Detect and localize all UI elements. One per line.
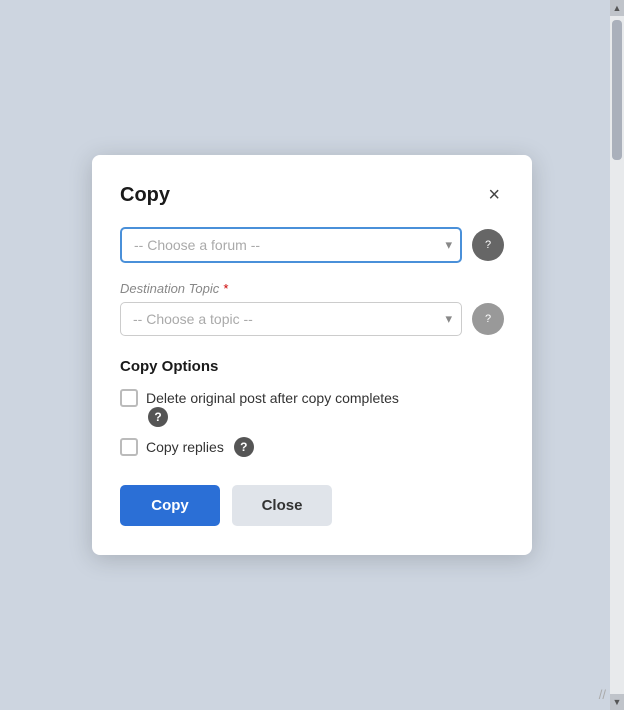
- delete-original-help-icon[interactable]: ?: [148, 407, 168, 427]
- copy-replies-text: Copy replies: [146, 439, 224, 455]
- scroll-down-button[interactable]: ▼: [610, 694, 624, 710]
- copy-modal: Copy × -- Choose a forum -- ▾ ? Destinat…: [92, 155, 532, 555]
- page-wrapper: ▲ ▼ Copy × -- Choose a forum -- ▾ ?: [0, 0, 624, 710]
- forum-help-symbol: ?: [485, 239, 491, 251]
- modal-close-button[interactable]: ×: [484, 183, 504, 207]
- delete-original-text: Delete original post after copy complete…: [146, 390, 399, 406]
- copy-options-section: Copy Options Delete original post after …: [120, 358, 504, 457]
- forum-select-wrapper: -- Choose a forum -- ▾: [120, 227, 462, 263]
- topic-help-icon[interactable]: ?: [472, 303, 504, 335]
- copy-button[interactable]: Copy: [120, 485, 220, 526]
- up-arrow-icon: ▲: [613, 3, 622, 13]
- copy-replies-help-icon[interactable]: ?: [234, 437, 254, 457]
- delete-original-help-row: ?: [146, 407, 504, 427]
- modal-title: Copy: [120, 184, 170, 207]
- option-copy-replies: Copy replies ?: [120, 437, 504, 457]
- destination-topic-section: Destination Topic * -- Choose a topic --…: [120, 281, 504, 336]
- close-icon: ×: [488, 184, 500, 206]
- close-button[interactable]: Close: [232, 485, 332, 526]
- down-arrow-icon: ▼: [613, 697, 622, 707]
- delete-original-label[interactable]: Delete original post after copy complete…: [120, 389, 504, 407]
- forum-row: -- Choose a forum -- ▾ ?: [120, 227, 504, 263]
- scrollbar-track[interactable]: ▲ ▼: [610, 0, 624, 710]
- delete-original-checkbox[interactable]: [120, 389, 138, 407]
- topic-row: -- Choose a topic -- ▾ ?: [120, 302, 504, 336]
- copy-replies-label[interactable]: Copy replies ?: [120, 437, 504, 457]
- topic-help-symbol: ?: [485, 313, 491, 325]
- scroll-up-button[interactable]: ▲: [610, 0, 624, 16]
- modal-header: Copy ×: [120, 183, 504, 207]
- forum-help-icon[interactable]: ?: [472, 229, 504, 261]
- copy-replies-checkbox[interactable]: [120, 438, 138, 456]
- destination-topic-label: Destination Topic *: [120, 281, 504, 296]
- required-star: *: [223, 281, 228, 296]
- forum-select[interactable]: -- Choose a forum --: [120, 227, 462, 263]
- resize-handle[interactable]: //: [599, 687, 606, 702]
- topic-select-wrapper: -- Choose a topic -- ▾: [120, 302, 462, 336]
- topic-select[interactable]: -- Choose a topic --: [120, 302, 462, 336]
- modal-footer: Copy Close: [120, 485, 504, 526]
- scrollbar-thumb[interactable]: [612, 20, 622, 160]
- copy-options-title: Copy Options: [120, 358, 504, 375]
- option-delete-original: Delete original post after copy complete…: [120, 389, 504, 427]
